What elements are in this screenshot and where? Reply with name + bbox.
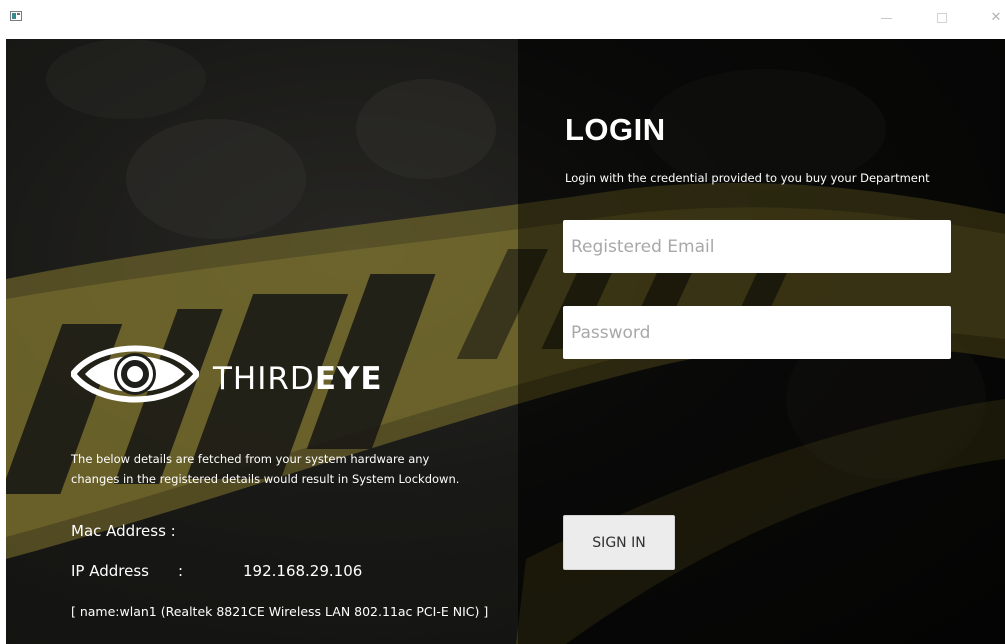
login-title: LOGIN [565, 112, 666, 147]
minimize-icon[interactable] [875, 7, 897, 29]
brand-name-light: THIRD [213, 361, 315, 397]
title-bar: ✕ [0, 0, 1005, 39]
ip-address-label: IP Address [71, 562, 149, 580]
ip-address-value: 192.168.29.106 [243, 562, 363, 580]
mac-address-label: Mac Address : [71, 522, 176, 540]
ip-address-separator: : [178, 562, 184, 580]
password-input[interactable] [563, 306, 951, 359]
eye-icon [71, 345, 199, 403]
email-input[interactable] [563, 220, 951, 273]
login-screen: THIRDEYE The below details are fetched f… [6, 39, 1005, 644]
app-window-icon [10, 11, 22, 21]
close-icon[interactable]: ✕ [985, 7, 1005, 29]
login-subtitle: Login with the credential provided to yo… [565, 171, 930, 185]
maximize-icon[interactable] [931, 7, 953, 29]
sign-in-button[interactable]: SIGN IN [563, 515, 675, 570]
brand-name-bold: EYE [314, 361, 383, 397]
network-adapter-info: [ name:wlan1 (Realtek 8821CE Wireless LA… [71, 604, 489, 619]
brand-name: THIRDEYE [213, 359, 383, 399]
hardware-notice: The below details are fetched from your … [71, 452, 460, 486]
